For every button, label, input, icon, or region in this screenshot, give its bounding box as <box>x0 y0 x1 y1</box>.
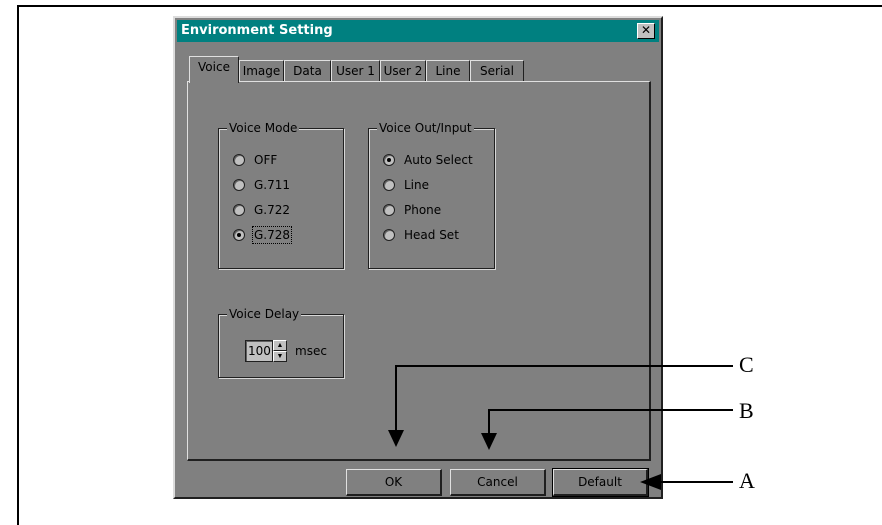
dialog-title: Environment Setting <box>181 23 333 38</box>
voice-mode-option-label: G.711 <box>254 178 291 192</box>
voice-out-option-line[interactable]: Line <box>383 176 429 194</box>
environment-setting-dialog: Environment Setting ✕ Voice Image Data U… <box>173 16 663 499</box>
radio-button[interactable] <box>383 229 395 241</box>
voice-mode-option-g728[interactable]: G.728 <box>233 226 293 244</box>
tab-user-1[interactable]: User 1 <box>331 60 380 82</box>
close-icon[interactable]: ✕ <box>637 23 655 39</box>
voice-delay-input[interactable]: 100 <box>245 340 273 362</box>
voice-delay-legend: Voice Delay <box>227 307 302 321</box>
callout-b-line <box>488 409 733 411</box>
spin-down-icon[interactable]: ▼ <box>273 351 287 362</box>
voice-out-option-label: Auto Select <box>404 153 473 167</box>
voice-out-option-label: Phone <box>404 203 442 217</box>
callout-a-arrowhead-icon <box>640 474 661 490</box>
voice-mode-option-g711[interactable]: G.711 <box>233 176 290 194</box>
voice-mode-option-label: G.722 <box>254 203 291 217</box>
tab-user-2[interactable]: User 2 <box>380 60 426 82</box>
callout-c-line <box>395 365 733 367</box>
callout-c-arrowhead-icon <box>388 430 404 447</box>
voice-mode-option-label: G.728 <box>251 226 293 244</box>
tab-data[interactable]: Data <box>284 60 331 82</box>
callout-label-b: B <box>739 398 754 423</box>
cancel-button[interactable]: Cancel <box>450 469 546 496</box>
callout-c-leader <box>395 365 397 430</box>
voice-mode-legend: Voice Mode <box>227 121 300 135</box>
tab-line[interactable]: Line <box>426 60 470 82</box>
radio-button-selected[interactable] <box>383 154 395 166</box>
voice-mode-group: Voice Mode OFF G.711 G.722 G.728 <box>218 121 344 269</box>
frame-left-border <box>17 5 19 525</box>
voice-delay-spinner: ▲ ▼ <box>273 340 287 362</box>
tab-voice[interactable]: Voice <box>189 56 239 83</box>
dialog-titlebar: Environment Setting ✕ <box>177 20 659 42</box>
voice-out-option-label: Head Set <box>404 228 459 242</box>
callout-a-line <box>660 481 733 483</box>
voice-mode-option-g722[interactable]: G.722 <box>233 201 290 219</box>
tab-image[interactable]: Image <box>239 60 284 82</box>
spin-up-icon[interactable]: ▲ <box>273 340 287 351</box>
frame-top-border <box>17 5 882 7</box>
voice-mode-option-off[interactable]: OFF <box>233 151 277 169</box>
callout-label-a: A <box>739 468 755 493</box>
radio-button[interactable] <box>383 179 395 191</box>
voice-out-option-phone[interactable]: Phone <box>383 201 441 219</box>
radio-button[interactable] <box>233 179 245 191</box>
callout-label-c: C <box>739 352 754 377</box>
default-button[interactable]: Default <box>552 468 649 497</box>
ok-button[interactable]: OK <box>346 469 442 496</box>
voice-delay-unit: msec <box>295 344 327 358</box>
voice-tab-panel: Voice Mode OFF G.711 G.722 G.728 Voice O… <box>187 81 651 461</box>
voice-out-option-label: Line <box>404 178 430 192</box>
tab-serial[interactable]: Serial <box>470 60 524 82</box>
radio-button[interactable] <box>233 204 245 216</box>
radio-button[interactable] <box>383 204 395 216</box>
voice-out-input-group: Voice Out/Input Auto Select Line Phone H… <box>368 121 495 269</box>
voice-out-option-auto-select[interactable]: Auto Select <box>383 151 473 169</box>
voice-out-input-legend: Voice Out/Input <box>377 121 474 135</box>
voice-delay-group: Voice Delay 100 ▲ ▼ msec <box>218 307 344 378</box>
voice-out-option-head-set[interactable]: Head Set <box>383 226 459 244</box>
radio-button[interactable] <box>233 154 245 166</box>
radio-button-selected[interactable] <box>233 229 245 241</box>
voice-mode-option-label: OFF <box>254 153 278 167</box>
callout-b-arrowhead-icon <box>481 433 497 450</box>
callout-b-leader <box>488 409 490 433</box>
